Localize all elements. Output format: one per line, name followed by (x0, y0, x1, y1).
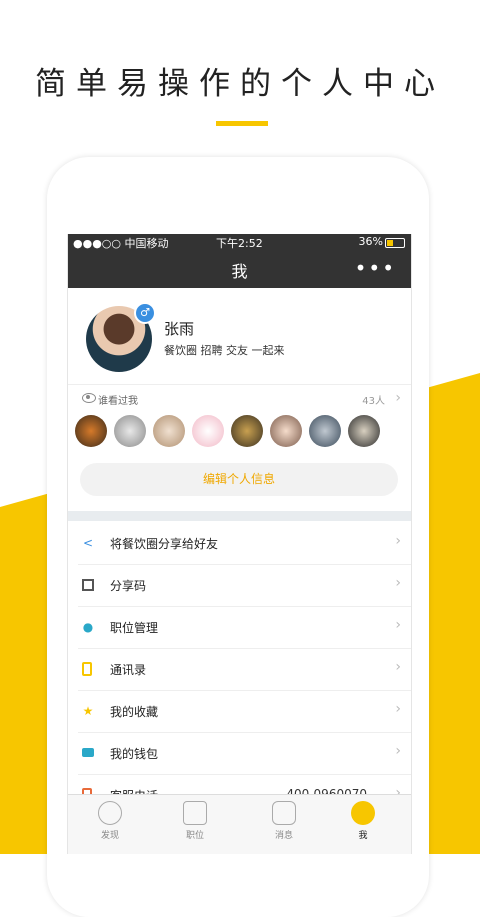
compass-icon (98, 801, 122, 825)
profile-name: 张雨 (164, 320, 195, 338)
promo-title: 简单易操作的个人中心 (35, 66, 445, 102)
visitor-avatar[interactable] (114, 415, 146, 447)
menu-item-label: 将餐饮圈分享给好友 (110, 537, 219, 551)
visitor-avatar[interactable] (192, 415, 224, 447)
chevron-right-icon: › (395, 743, 401, 759)
status-bar: ●●●○○ 中国移动 下午2:52 36% (68, 234, 411, 250)
visitors-row[interactable]: 谁看过我 43人 › (68, 385, 411, 413)
contacts-icon (82, 662, 92, 676)
tab-jobs[interactable]: 职位 (165, 801, 225, 841)
chevron-right-icon: › (395, 390, 401, 406)
tab-discover[interactable]: 发现 (80, 801, 140, 841)
menu-item-label: 通讯录 (110, 663, 147, 677)
menu-item-share[interactable]: < 将餐饮圈分享给好友 › (78, 523, 411, 565)
person-icon (351, 801, 375, 825)
message-icon (272, 801, 296, 825)
tab-label: 我 (358, 831, 368, 841)
menu-item-contacts[interactable]: 通讯录 › (78, 649, 411, 691)
nav-bar: 我 ••• (68, 250, 411, 288)
menu-item-favorites[interactable]: ★ 我的收藏 › (78, 691, 411, 733)
edit-profile-button[interactable]: 编辑个人信息 (80, 463, 398, 496)
chevron-right-icon: › (395, 533, 401, 549)
visitor-avatar[interactable] (348, 415, 380, 447)
menu-item-share-code[interactable]: 分享码 › (78, 565, 411, 607)
battery-icon (385, 238, 405, 248)
menu-item-wallet[interactable]: 我的钱包 › (78, 733, 411, 775)
tab-label: 职位 (185, 831, 204, 841)
visitor-avatar[interactable] (231, 415, 263, 447)
tab-label: 消息 (274, 831, 293, 841)
star-icon: ★ (82, 704, 94, 718)
profile-bio: 餐饮圈 招聘 交友 一起来 (164, 344, 285, 357)
wallet-icon (82, 748, 94, 757)
chevron-right-icon: › (395, 701, 401, 717)
menu-item-job-management[interactable]: ● 职位管理 › (78, 607, 411, 649)
battery-percent: 36% (358, 235, 383, 248)
menu-item-label: 职位管理 (110, 621, 159, 635)
male-gender-icon: ♂ (134, 302, 156, 324)
visitors-label: 谁看过我 (98, 396, 138, 407)
visitor-avatar[interactable] (75, 415, 107, 447)
visitor-avatars (68, 413, 411, 451)
menu-list: < 将餐饮圈分享给好友 › 分享码 › ● 职位管理 › 通讯录 › ★ 我的收… (68, 523, 411, 817)
section-divider (68, 511, 411, 521)
eye-icon (82, 393, 96, 403)
profile-header[interactable]: ♂ 张雨 餐饮圈 招聘 交友 一起来 (68, 288, 411, 385)
chevron-right-icon: › (395, 617, 401, 633)
app-screen: ●●●○○ 中国移动 下午2:52 36% 我 ••• ♂ 张雨 餐饮圈 招聘 … (67, 234, 412, 854)
briefcase-icon (183, 801, 207, 825)
menu-item-label: 我的钱包 (110, 747, 159, 761)
carrier-signal: ●●●○○ 中国移动 (73, 237, 169, 250)
menu-item-label: 分享码 (110, 579, 147, 593)
qrcode-icon (82, 579, 94, 591)
visitor-avatar[interactable] (309, 415, 341, 447)
tab-bar: 发现 职位 消息 我 (68, 794, 411, 854)
tab-label: 发现 (100, 831, 119, 841)
visitor-avatar[interactable] (270, 415, 302, 447)
more-options-icon[interactable]: ••• (355, 256, 396, 280)
menu-item-label: 我的收藏 (110, 705, 159, 719)
chevron-right-icon: › (395, 575, 401, 591)
chevron-right-icon: › (395, 659, 401, 675)
tab-me[interactable]: 我 (333, 801, 393, 841)
share-icon: < (82, 536, 94, 550)
tab-messages[interactable]: 消息 (254, 801, 314, 841)
visitors-count: 43人 (362, 396, 385, 407)
chef-hat-icon: ● (82, 620, 94, 634)
visitor-avatar[interactable] (153, 415, 185, 447)
status-time: 下午2:52 (216, 237, 263, 250)
promo-underline (216, 121, 268, 126)
